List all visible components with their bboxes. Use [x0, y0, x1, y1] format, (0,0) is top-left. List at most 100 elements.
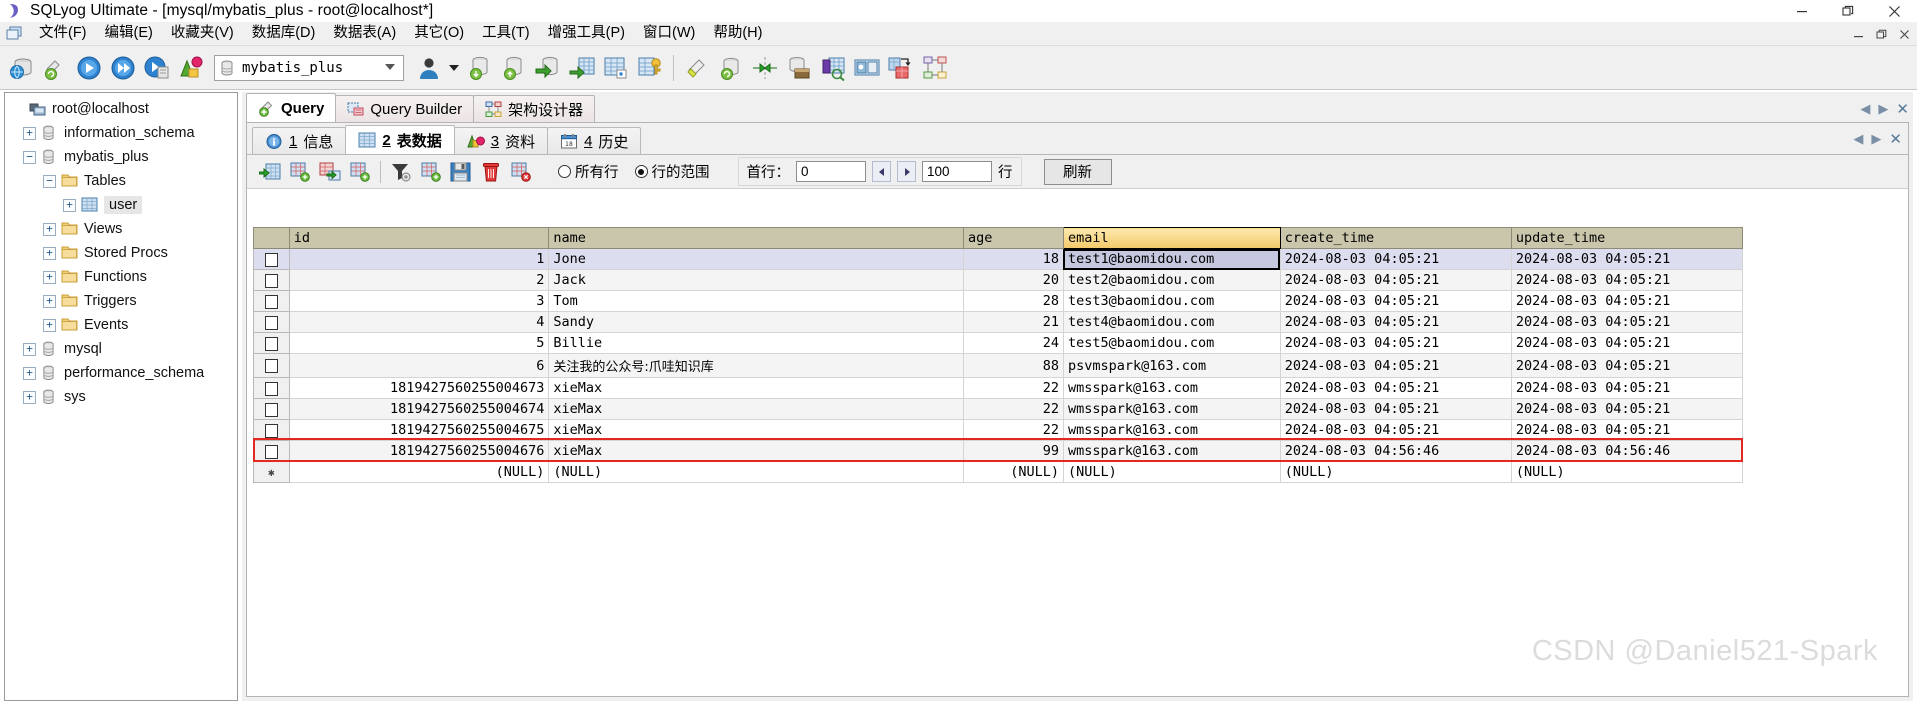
database-selector[interactable]: mybatis_plus	[214, 54, 404, 81]
cell-email[interactable]: wmsspark@163.com	[1063, 419, 1281, 441]
cell-update-time[interactable]: 2024-08-03 04:05:21	[1511, 398, 1744, 420]
row-limit-input[interactable]	[922, 161, 992, 182]
cell-update-time[interactable]: 2024-08-03 04:56:46	[1511, 440, 1744, 462]
table-row[interactable]: 1819427560255004673 xieMax 22 wmsspark@1…	[253, 377, 1744, 399]
save-changes-icon[interactable]	[448, 159, 474, 185]
cell-name[interactable]: Jone	[548, 248, 964, 270]
cell-email[interactable]: wmsspark@163.com	[1063, 440, 1281, 462]
cell-email[interactable]: wmsspark@163.com	[1063, 377, 1281, 399]
expander-icon[interactable]: +	[43, 246, 56, 260]
expander-icon[interactable]: +	[23, 366, 36, 380]
cell-create-time[interactable]: 2024-08-03 04:05:21	[1280, 419, 1512, 441]
insert-row-icon[interactable]	[257, 159, 283, 185]
cell-email[interactable]: psvmspark@163.com	[1063, 353, 1281, 378]
row-selector[interactable]	[253, 419, 290, 441]
cell-name[interactable]: xieMax	[548, 440, 964, 462]
cell-name[interactable]: Jack	[548, 269, 964, 291]
menu-help[interactable]: 帮助(H)	[704, 23, 771, 44]
sync-data-icon[interactable]	[750, 53, 780, 83]
row-selector-header[interactable]	[253, 227, 290, 249]
cell-email[interactable]: test2@baomidou.com	[1063, 269, 1281, 291]
table-row[interactable]: 5 Billie 24 test5@baomidou.com 2024-08-0…	[253, 332, 1744, 354]
column-header-name[interactable]: name	[548, 227, 964, 249]
execute-query-icon[interactable]	[74, 53, 104, 83]
new-connection-icon[interactable]	[6, 53, 36, 83]
row-checkbox-icon[interactable]	[264, 273, 278, 288]
cell-create-time[interactable]: 2024-08-03 04:05:21	[1280, 377, 1512, 399]
row-selector[interactable]	[253, 269, 290, 291]
expander-icon[interactable]: −	[43, 174, 56, 188]
cell-update-time[interactable]: 2024-08-03 04:05:21	[1511, 332, 1744, 354]
cell-name[interactable]: xieMax	[548, 377, 964, 399]
cell-id[interactable]: 1819427560255004674	[289, 398, 550, 420]
row-selector[interactable]	[253, 398, 290, 420]
row-selector[interactable]	[253, 248, 290, 270]
cell-email[interactable]: wmsspark@163.com	[1063, 398, 1281, 420]
cell-id[interactable]: 4	[289, 311, 550, 333]
tab-query[interactable]: Query	[246, 93, 337, 122]
table-row[interactable]: 3 Tom 28 test3@baomidou.com 2024-08-03 0…	[253, 290, 1744, 312]
schema-designer-icon[interactable]	[920, 53, 950, 83]
mdi-restore-icon[interactable]	[1870, 24, 1892, 44]
tab-query-builder[interactable]: Query Builder	[335, 95, 475, 122]
cell-id[interactable]: 6	[289, 353, 550, 378]
row-new-marker[interactable]: ✱	[253, 461, 290, 483]
row-selector[interactable]	[253, 377, 290, 399]
cell-update-time[interactable]: 2024-08-03 04:05:21	[1511, 377, 1744, 399]
cell-age[interactable]: 22	[963, 398, 1064, 420]
cell-id[interactable]: 1819427560255004673	[289, 377, 550, 399]
scroll-left-icon[interactable]: ◀	[1860, 101, 1870, 117]
cell-age[interactable]: 24	[963, 332, 1064, 354]
expander-icon[interactable]: +	[43, 270, 56, 284]
cell-name[interactable]: xieMax	[548, 398, 964, 420]
add-row-icon[interactable]	[347, 159, 373, 185]
cell-age[interactable]: 22	[963, 419, 1064, 441]
expander-icon[interactable]: +	[23, 126, 36, 140]
tree-item-mybatis-plus[interactable]: − mybatis_plus	[5, 145, 237, 169]
delete-row-icon[interactable]	[478, 159, 504, 185]
cell-update-time[interactable]: (NULL)	[1511, 461, 1744, 483]
object-browser[interactable]: root@localhost + information_schema − my…	[4, 92, 238, 701]
sidebar-item-user-table[interactable]: + user	[5, 193, 237, 217]
flush-icon[interactable]	[716, 53, 746, 83]
table-row-highlighted[interactable]: 1819427560255004676 xieMax 99 wmsspark@1…	[253, 440, 1744, 462]
menu-favorites[interactable]: 收藏夹(V)	[162, 23, 243, 44]
column-header-create-time[interactable]: create_time	[1279, 227, 1512, 249]
cancel-changes-icon[interactable]	[508, 159, 534, 185]
cell-update-time[interactable]: 2024-08-03 04:05:21	[1511, 353, 1744, 378]
cell-id[interactable]: 3	[289, 290, 550, 312]
cell-create-time[interactable]: 2024-08-03 04:05:21	[1280, 311, 1512, 333]
tab-history[interactable]: 18 4 历史	[547, 127, 642, 154]
cell-name[interactable]: 关注我的公众号:爪哇知识库	[548, 353, 964, 378]
table-row[interactable]: 1 Jone 18 test1@baomidou.com 2024-08-03 …	[253, 248, 1744, 270]
row-selector[interactable]	[253, 440, 290, 462]
cell-id[interactable]: 2	[289, 269, 550, 291]
cell-age[interactable]: 99	[963, 440, 1064, 462]
column-header-age[interactable]: age	[962, 227, 1064, 249]
execute-query-stop-icon[interactable]	[142, 53, 172, 83]
cell-age[interactable]: 18	[963, 248, 1064, 270]
row-checkbox-icon[interactable]	[264, 336, 278, 351]
column-header-email[interactable]: email	[1062, 227, 1281, 249]
cell-name[interactable]: Billie	[548, 332, 964, 354]
cell-create-time[interactable]: 2024-08-03 04:05:21	[1280, 248, 1512, 270]
column-header-update-time[interactable]: update_time	[1510, 227, 1744, 249]
tree-item-functions[interactable]: + Functions	[5, 265, 237, 289]
next-page-button[interactable]	[897, 161, 916, 182]
new-record-icon[interactable]	[418, 159, 444, 185]
sql-formatter-icon[interactable]	[682, 53, 712, 83]
cell-id[interactable]: 1819427560255004675	[289, 419, 550, 441]
row-checkbox-icon[interactable]	[264, 423, 278, 438]
tree-item-events[interactable]: + Events	[5, 313, 237, 337]
expander-icon[interactable]: +	[43, 294, 56, 308]
explain-query-icon[interactable]	[176, 53, 206, 83]
menu-table[interactable]: 数据表(A)	[324, 23, 405, 44]
mdi-close-icon[interactable]	[1893, 24, 1915, 44]
cell-name[interactable]: Sandy	[548, 311, 964, 333]
tab-schema-designer[interactable]: 架构设计器	[473, 95, 596, 122]
row-selector[interactable]	[253, 332, 290, 354]
cell-email[interactable]: test3@baomidou.com	[1063, 290, 1281, 312]
cell-name[interactable]: (NULL)	[548, 461, 964, 483]
data-grid-container[interactable]: id name age email create_time update_tim…	[247, 223, 1908, 696]
cell-email[interactable]: (NULL)	[1063, 461, 1281, 483]
